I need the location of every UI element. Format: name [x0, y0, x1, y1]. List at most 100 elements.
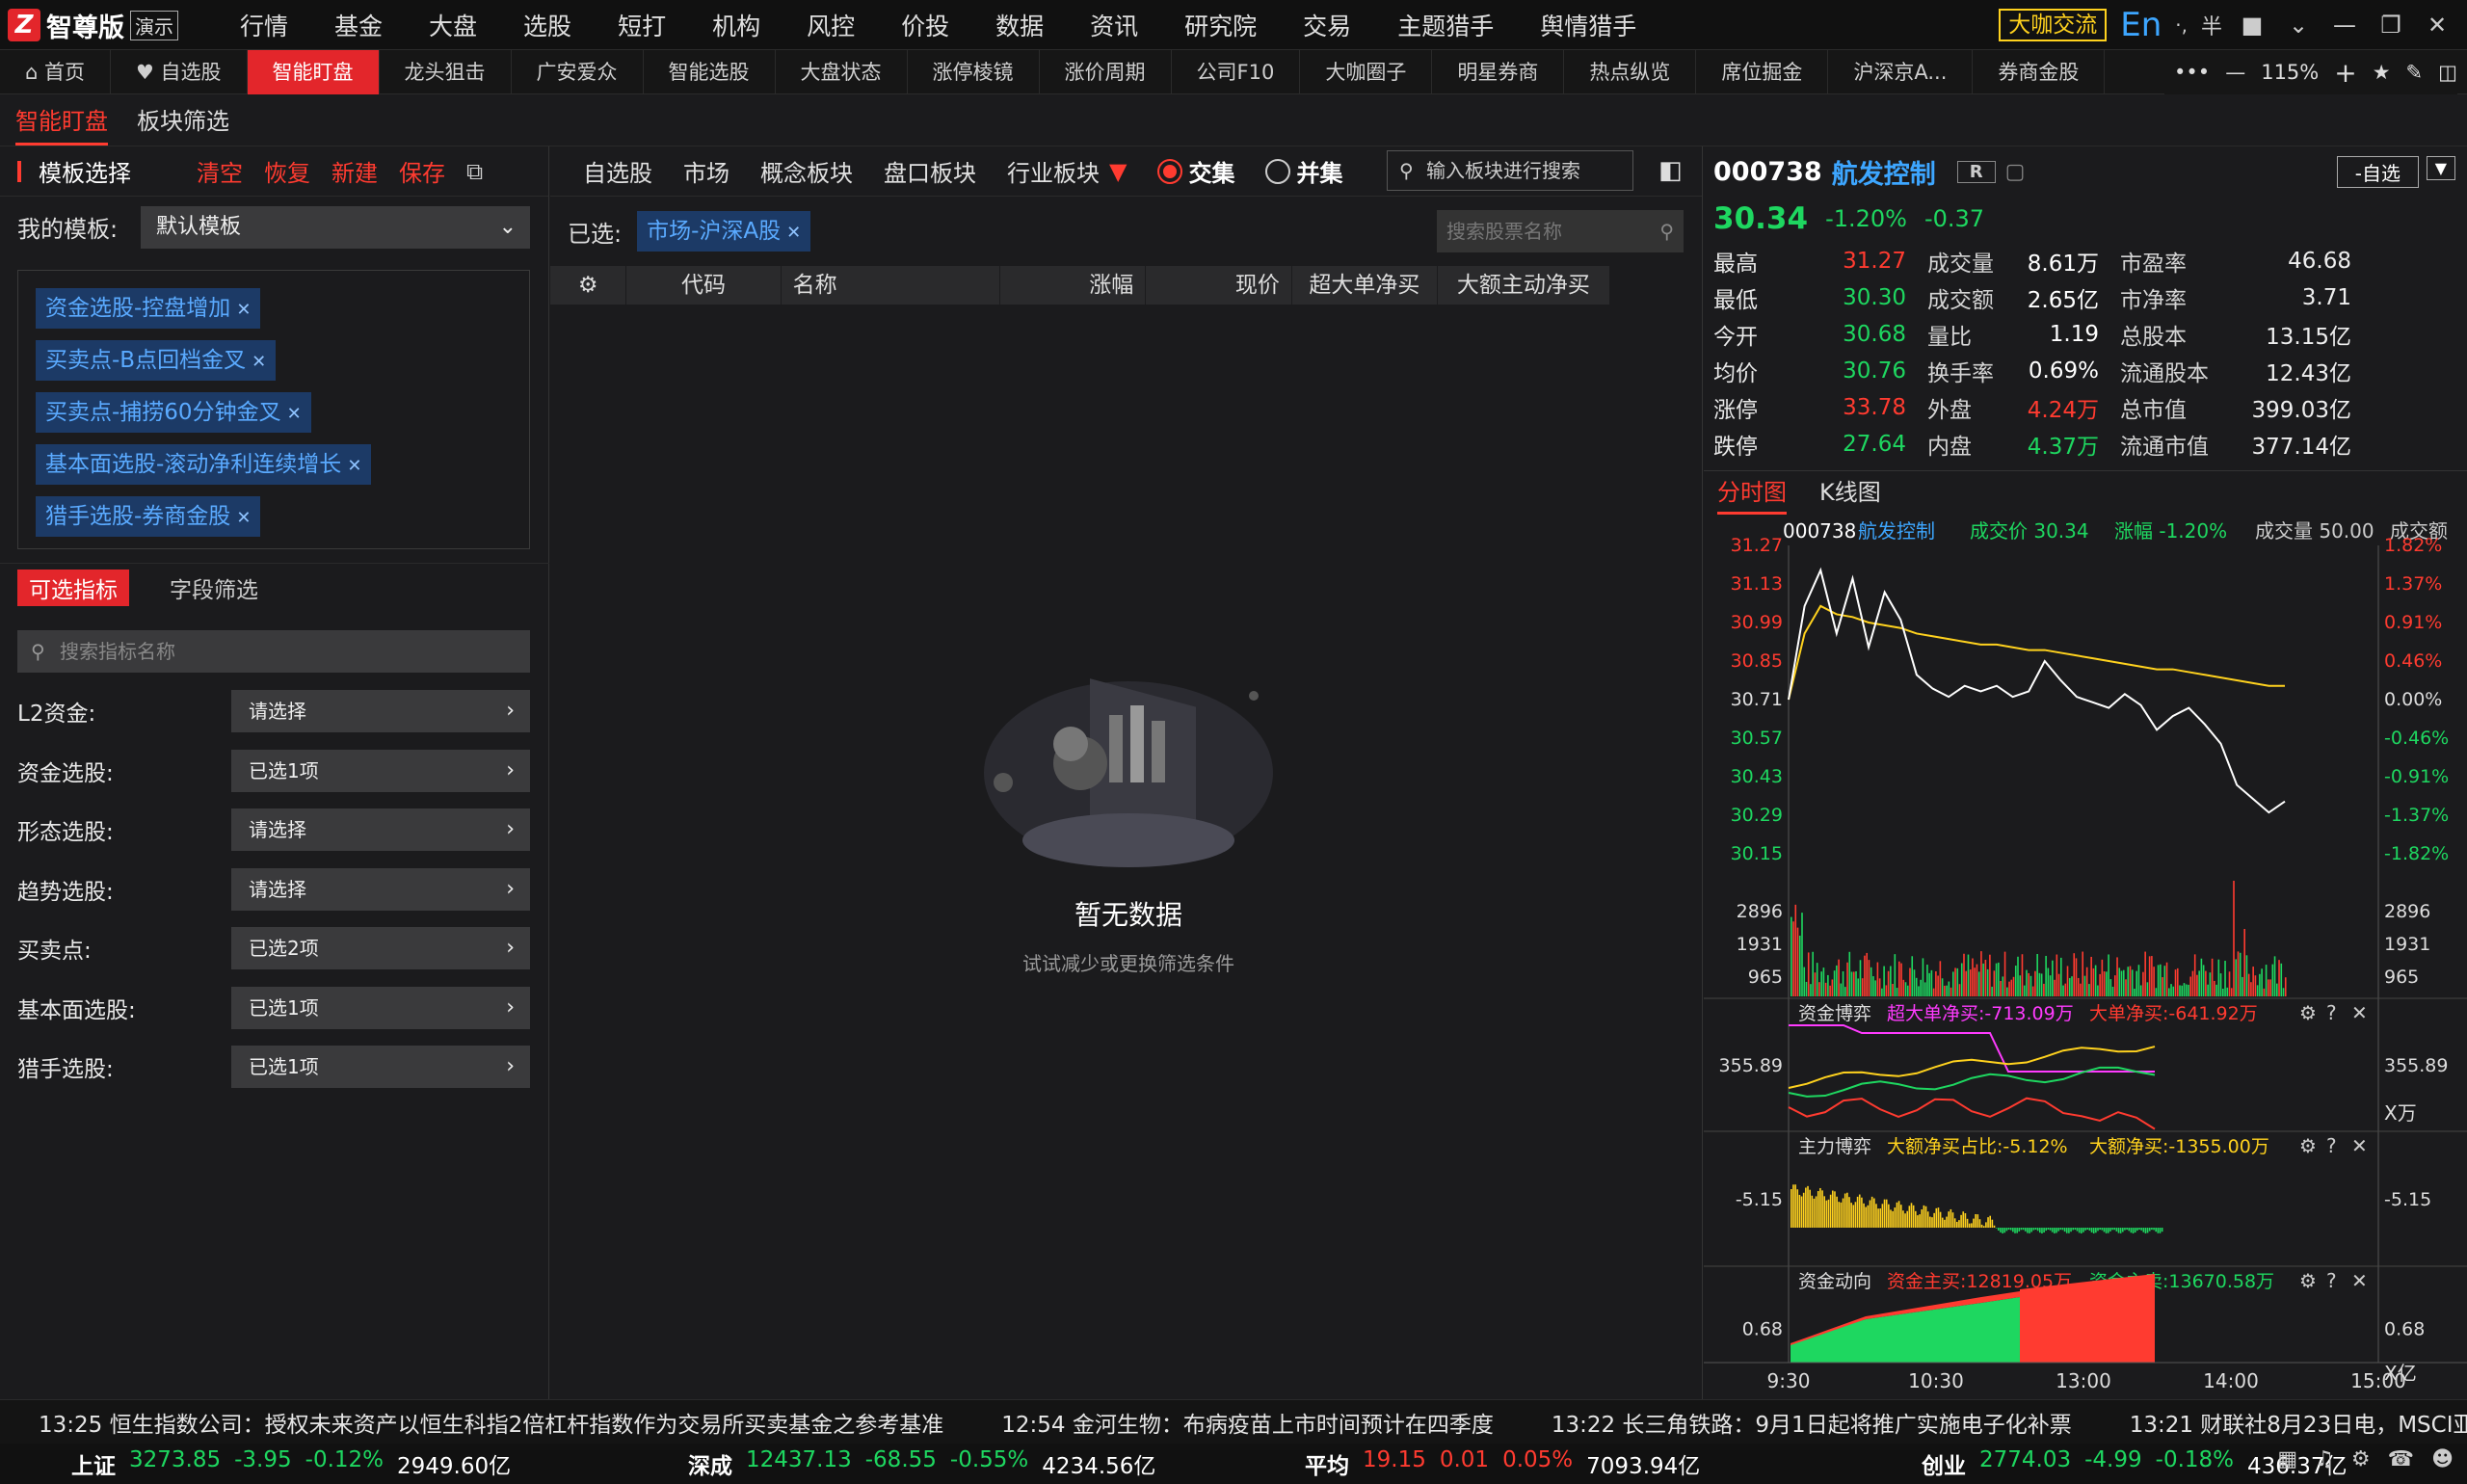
- tab-7[interactable]: 涨停棱镜: [908, 49, 1040, 94]
- tab-concept[interactable]: 概念板块: [760, 154, 853, 188]
- panel-toggle-icon[interactable]: ◧: [1658, 156, 1683, 185]
- main-menu-item[interactable]: 选股: [500, 8, 595, 42]
- pen-icon[interactable]: ✎: [2406, 61, 2424, 84]
- remove-icon[interactable]: ✕: [347, 456, 361, 476]
- main-menu-item[interactable]: 大盘: [406, 8, 500, 42]
- tab-market[interactable]: 市场: [683, 154, 729, 188]
- person-icon[interactable]: ☻: [2431, 1447, 2454, 1471]
- template-select[interactable]: 默认模板 ⌄: [141, 206, 530, 249]
- help-icon[interactable]: ?: [2326, 1001, 2337, 1024]
- indicator-picker[interactable]: 已选2项 ›: [231, 927, 530, 970]
- calendar-icon[interactable]: ▦: [2277, 1447, 2297, 1471]
- col-change[interactable]: 涨幅: [1000, 266, 1147, 305]
- block-search-input[interactable]: ⚲ 输入板块进行搜索: [1387, 150, 1633, 191]
- subtab-block-filter[interactable]: 板块筛选: [137, 102, 229, 146]
- tab-industry[interactable]: 行业板块: [1007, 154, 1100, 188]
- gear-icon[interactable]: ⚙: [2299, 1269, 2317, 1292]
- main-menu-item[interactable]: 交易: [1280, 8, 1374, 42]
- tab-10[interactable]: 大咖圈子: [1300, 49, 1433, 94]
- remove-icon[interactable]: ✕: [236, 300, 251, 320]
- template-chip[interactable]: 猎手选股-券商金股 ✕: [36, 496, 261, 537]
- main-menu-item[interactable]: 研究院: [1161, 8, 1280, 42]
- bell-icon[interactable]: ♫: [2315, 1447, 2334, 1471]
- tab-12[interactable]: 热点纵览: [1564, 49, 1697, 94]
- daka-button[interactable]: 大咖交流: [1999, 9, 2108, 41]
- radio-intersection[interactable]: 交集: [1157, 154, 1234, 188]
- restore-icon[interactable]: ❐: [2374, 9, 2407, 41]
- main-menu-item[interactable]: 资讯: [1067, 8, 1161, 42]
- close-icon[interactable]: ✕: [2351, 1134, 2368, 1157]
- help-icon[interactable]: ?: [2326, 1269, 2337, 1292]
- tab-14[interactable]: 沪深京A...: [1828, 49, 1974, 94]
- ime-indicator[interactable]: En: [2120, 6, 2162, 44]
- col-large-active[interactable]: 大额主动净买: [1438, 266, 1610, 305]
- tab-5[interactable]: 智能选股: [644, 49, 776, 94]
- tab-fields[interactable]: 字段筛选: [158, 570, 270, 606]
- close-icon[interactable]: ✕: [2421, 9, 2454, 41]
- col-super-large[interactable]: 超大单净买: [1292, 266, 1438, 305]
- index-item[interactable]: 平均 19.15 0.01 0.05% 7093.94亿: [1234, 1447, 1850, 1480]
- indicator-picker[interactable]: 已选1项 ›: [231, 1046, 530, 1089]
- headset-icon[interactable]: ☎: [2388, 1447, 2414, 1471]
- copy-icon[interactable]: ⧉: [466, 158, 483, 185]
- indicator-picker[interactable]: 请选择 ›: [231, 690, 530, 732]
- remove-icon[interactable]: ✕: [252, 352, 266, 372]
- tab-15[interactable]: 券商金股: [1973, 49, 2106, 94]
- index-item[interactable]: 上证 3273.85 -3.95 -0.12% 2949.60亿: [0, 1447, 617, 1480]
- tab-3[interactable]: 龙头狙击: [380, 49, 512, 94]
- zoom-out-button[interactable]: —: [2225, 61, 2245, 84]
- star-icon[interactable]: ★: [2373, 61, 2391, 84]
- restore-button[interactable]: 恢复: [264, 154, 310, 188]
- tab-indicators[interactable]: 可选指标: [17, 569, 129, 606]
- selected-chip[interactable]: 市场-沪深A股 ✕: [637, 211, 811, 252]
- news-item[interactable]: 13:25 恒生指数公司：授权未来资产以恒生科指2倍杠杆指数作为交易所买卖基金之…: [39, 1406, 943, 1439]
- main-menu-item[interactable]: 舆情猎手: [1517, 8, 1659, 42]
- indicator-picker[interactable]: 已选1项 ›: [231, 986, 530, 1029]
- col-name[interactable]: 名称: [782, 266, 1000, 305]
- more-icon[interactable]: •••: [2174, 61, 2210, 84]
- stock-search-input[interactable]: 搜索股票名称 ⚲: [1437, 210, 1684, 252]
- news-item[interactable]: 13:22 长三角铁路：9月1日起将推广实施电子化补票: [1552, 1406, 2072, 1439]
- tab-kline[interactable]: K线图: [1819, 473, 1881, 515]
- tab-6[interactable]: 大盘状态: [776, 49, 908, 94]
- settings-icon[interactable]: ⚙: [550, 266, 627, 305]
- tab-1[interactable]: ♥ 自选股: [111, 49, 248, 94]
- help-icon[interactable]: ?: [2326, 1134, 2337, 1157]
- tab-11[interactable]: 明星券商: [1432, 49, 1565, 94]
- chevron-down-icon[interactable]: ⌄: [2282, 9, 2315, 41]
- remove-icon[interactable]: ✕: [236, 508, 251, 528]
- subtab-smart-watch[interactable]: 智能盯盘: [15, 102, 108, 146]
- tab-4[interactable]: 广安爱众: [512, 49, 644, 94]
- remove-icon[interactable]: ✕: [786, 223, 801, 243]
- template-chip[interactable]: 买卖点-捕捞60分钟金叉 ✕: [36, 392, 311, 433]
- close-icon[interactable]: ✕: [2351, 1269, 2368, 1292]
- new-button[interactable]: 新建: [332, 154, 378, 188]
- template-chip[interactable]: 资金选股-控盘增加 ✕: [36, 288, 261, 329]
- news-item[interactable]: 13:21 财联社8月23日电，MSCI亚太指数下跌: [2130, 1406, 2467, 1439]
- news-item[interactable]: 12:54 金河生物：布病疫苗上市时间预计在四季度: [1001, 1406, 1494, 1439]
- tab-8[interactable]: 涨价周期: [1040, 49, 1172, 94]
- indicator-picker[interactable]: 请选择 ›: [231, 867, 530, 911]
- zoom-in-button[interactable]: +: [2334, 57, 2356, 89]
- ime-halfwidth[interactable]: 半: [2201, 10, 2222, 40]
- chevron-down-icon[interactable]: ▼: [2426, 156, 2455, 180]
- main-menu-item[interactable]: 行情: [217, 8, 311, 42]
- gear-icon[interactable]: ⚙: [2299, 1134, 2317, 1157]
- dropdown-icon[interactable]: ▼: [1109, 158, 1127, 185]
- main-menu-item[interactable]: 风控: [783, 8, 878, 42]
- tab-watchlist[interactable]: 自选股: [583, 154, 652, 188]
- main-menu-item[interactable]: 机构: [689, 8, 783, 42]
- radio-union[interactable]: 并集: [1265, 154, 1342, 188]
- clear-button[interactable]: 清空: [197, 154, 243, 188]
- intraday-chart[interactable]: 000738 航发控制 成交价 30.34 涨幅 -1.20% 成交量 50.00 成交额…: [1704, 515, 2467, 1397]
- tab-9[interactable]: 公司F10: [1172, 49, 1301, 94]
- tab-13[interactable]: 席位掘金: [1696, 49, 1829, 94]
- template-chip[interactable]: 基本面选股-滚动净利连续增长 ✕: [36, 444, 372, 485]
- col-code[interactable]: 代码: [626, 266, 782, 305]
- indicator-picker[interactable]: 已选1项 ›: [231, 749, 530, 792]
- col-price[interactable]: 现价: [1146, 266, 1292, 305]
- gear-icon[interactable]: ⚙: [2299, 1001, 2317, 1024]
- index-item[interactable]: 深成 12437.13 -68.55 -0.55% 4234.56亿: [617, 1447, 1234, 1480]
- tab-handicap[interactable]: 盘口板块: [884, 154, 976, 188]
- main-menu-item[interactable]: 短打: [595, 8, 689, 42]
